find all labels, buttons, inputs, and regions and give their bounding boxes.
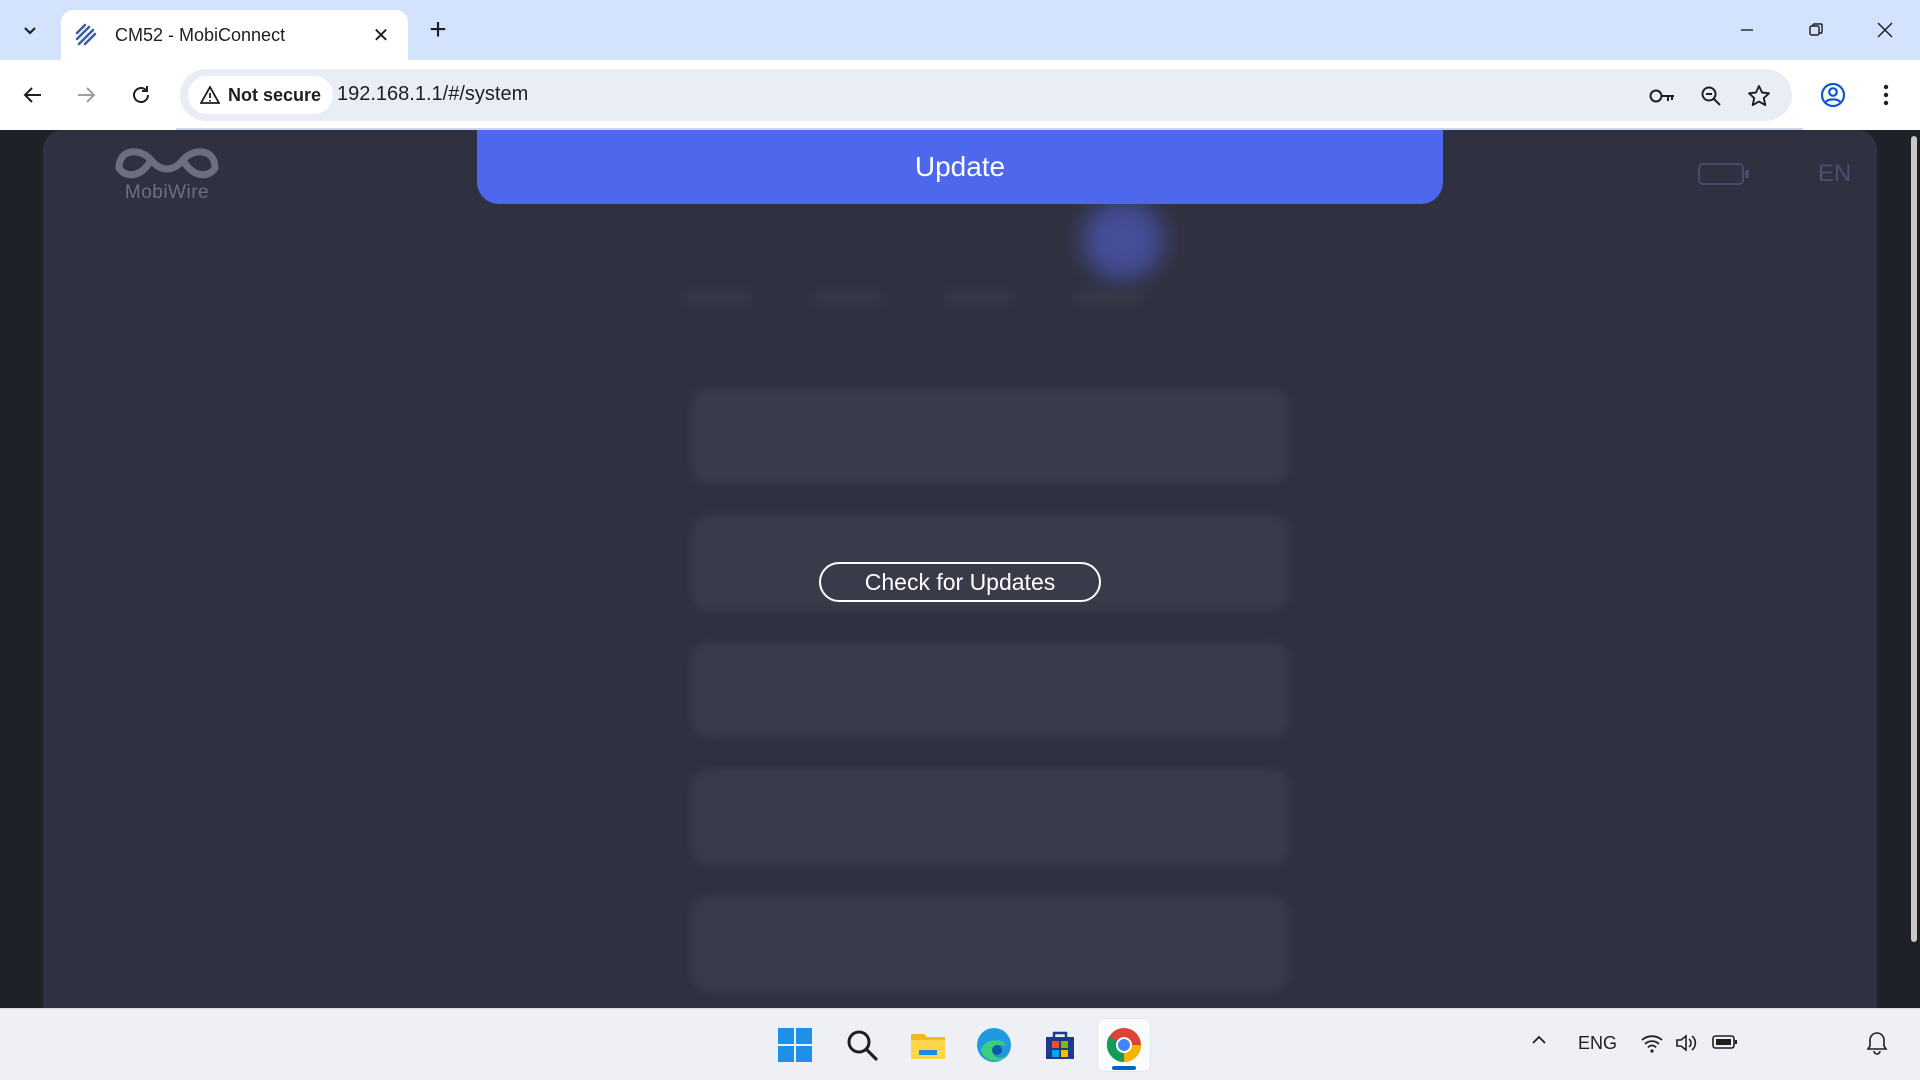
chevron-down-icon <box>24 27 36 35</box>
file-explorer-icon[interactable] <box>902 1019 954 1071</box>
tab-title: CM52 - MobiConnect <box>115 24 286 45</box>
notifications-bell-icon[interactable] <box>1866 1031 1888 1060</box>
mobiconnect-favicon-icon <box>75 23 97 46</box>
blurred-menu-item <box>691 388 1289 484</box>
blurred-menu-item <box>691 642 1289 738</box>
windows-start-icon[interactable] <box>769 1019 821 1071</box>
blurred-tab-indicator <box>1083 200 1163 280</box>
zoom-icon[interactable] <box>1696 81 1726 111</box>
edge-icon[interactable] <box>968 1019 1020 1071</box>
blurred-menu-item <box>691 896 1289 992</box>
scroll-thumb[interactable] <box>1911 136 1917 942</box>
close-icon <box>1877 22 1893 38</box>
active-app-indicator <box>1112 1066 1136 1070</box>
profile-icon <box>1820 82 1846 108</box>
bookmark-star-icon[interactable] <box>1744 81 1774 111</box>
logo-text: MobiWire <box>124 182 210 203</box>
tab-strip: CM52 - MobiConnect ✕ + <box>0 0 1920 60</box>
security-label: Not secure <box>228 84 322 105</box>
check-for-updates-button[interactable]: Check for Updates <box>819 562 1101 602</box>
volume-icon[interactable] <box>1674 1032 1698 1059</box>
page-viewport: MobiWire EN Update Check for Updates <box>0 130 1920 1008</box>
chrome-icon[interactable] <box>1098 1019 1150 1071</box>
language-selector[interactable]: EN <box>1818 160 1851 188</box>
minimize-icon <box>1741 29 1753 31</box>
restore-button[interactable] <box>1793 12 1839 48</box>
update-dialog-header: Update <box>477 130 1443 204</box>
minimize-button[interactable] <box>1724 12 1770 48</box>
show-hidden-icons-button[interactable] <box>1530 1031 1548 1054</box>
input-language[interactable]: ENG <box>1578 1033 1617 1054</box>
mobiwire-logo: MobiWire <box>111 138 223 208</box>
profile-button[interactable] <box>1813 75 1853 115</box>
arrow-right-icon <box>78 87 96 103</box>
warning-icon <box>200 86 220 104</box>
new-tab-button[interactable]: + <box>422 13 454 46</box>
restore-icon <box>1809 23 1823 36</box>
tab-search-button[interactable] <box>10 12 50 48</box>
windows-taskbar: ENG <box>0 1008 1920 1080</box>
url-text[interactable]: 192.168.1.1/#/system <box>337 83 528 106</box>
mobiwire-logo-icon <box>115 148 219 179</box>
address-bar[interactable]: Not secure 192.168.1.1/#/system <box>180 69 1792 121</box>
reload-icon <box>133 86 149 103</box>
close-tab-icon[interactable]: ✕ <box>368 22 394 48</box>
search-icon[interactable] <box>836 1019 888 1071</box>
security-chip[interactable]: Not secure <box>188 76 334 114</box>
reload-button[interactable] <box>121 75 161 115</box>
battery-icon <box>1698 163 1749 185</box>
battery-status-icon[interactable] <box>1712 1034 1738 1055</box>
blurred-menu-item <box>691 769 1289 865</box>
back-button[interactable] <box>13 75 53 115</box>
menu-button[interactable] <box>1866 75 1906 115</box>
more-vert-icon <box>1883 84 1889 106</box>
wifi-icon[interactable] <box>1640 1033 1664 1058</box>
microsoft-store-icon[interactable] <box>1034 1019 1086 1071</box>
forward-button[interactable] <box>66 75 106 115</box>
browser-toolbar: Not secure 192.168.1.1/#/system <box>0 60 1920 130</box>
browser-tab[interactable]: CM52 - MobiConnect ✕ <box>61 10 408 60</box>
blurred-tabs <box>683 290 1283 320</box>
page-scrollbar[interactable] <box>1908 130 1920 1008</box>
arrow-left-icon <box>23 87 41 103</box>
close-window-button[interactable] <box>1862 12 1908 48</box>
chevron-up-icon <box>1532 1035 1546 1044</box>
password-key-icon[interactable] <box>1647 81 1677 111</box>
